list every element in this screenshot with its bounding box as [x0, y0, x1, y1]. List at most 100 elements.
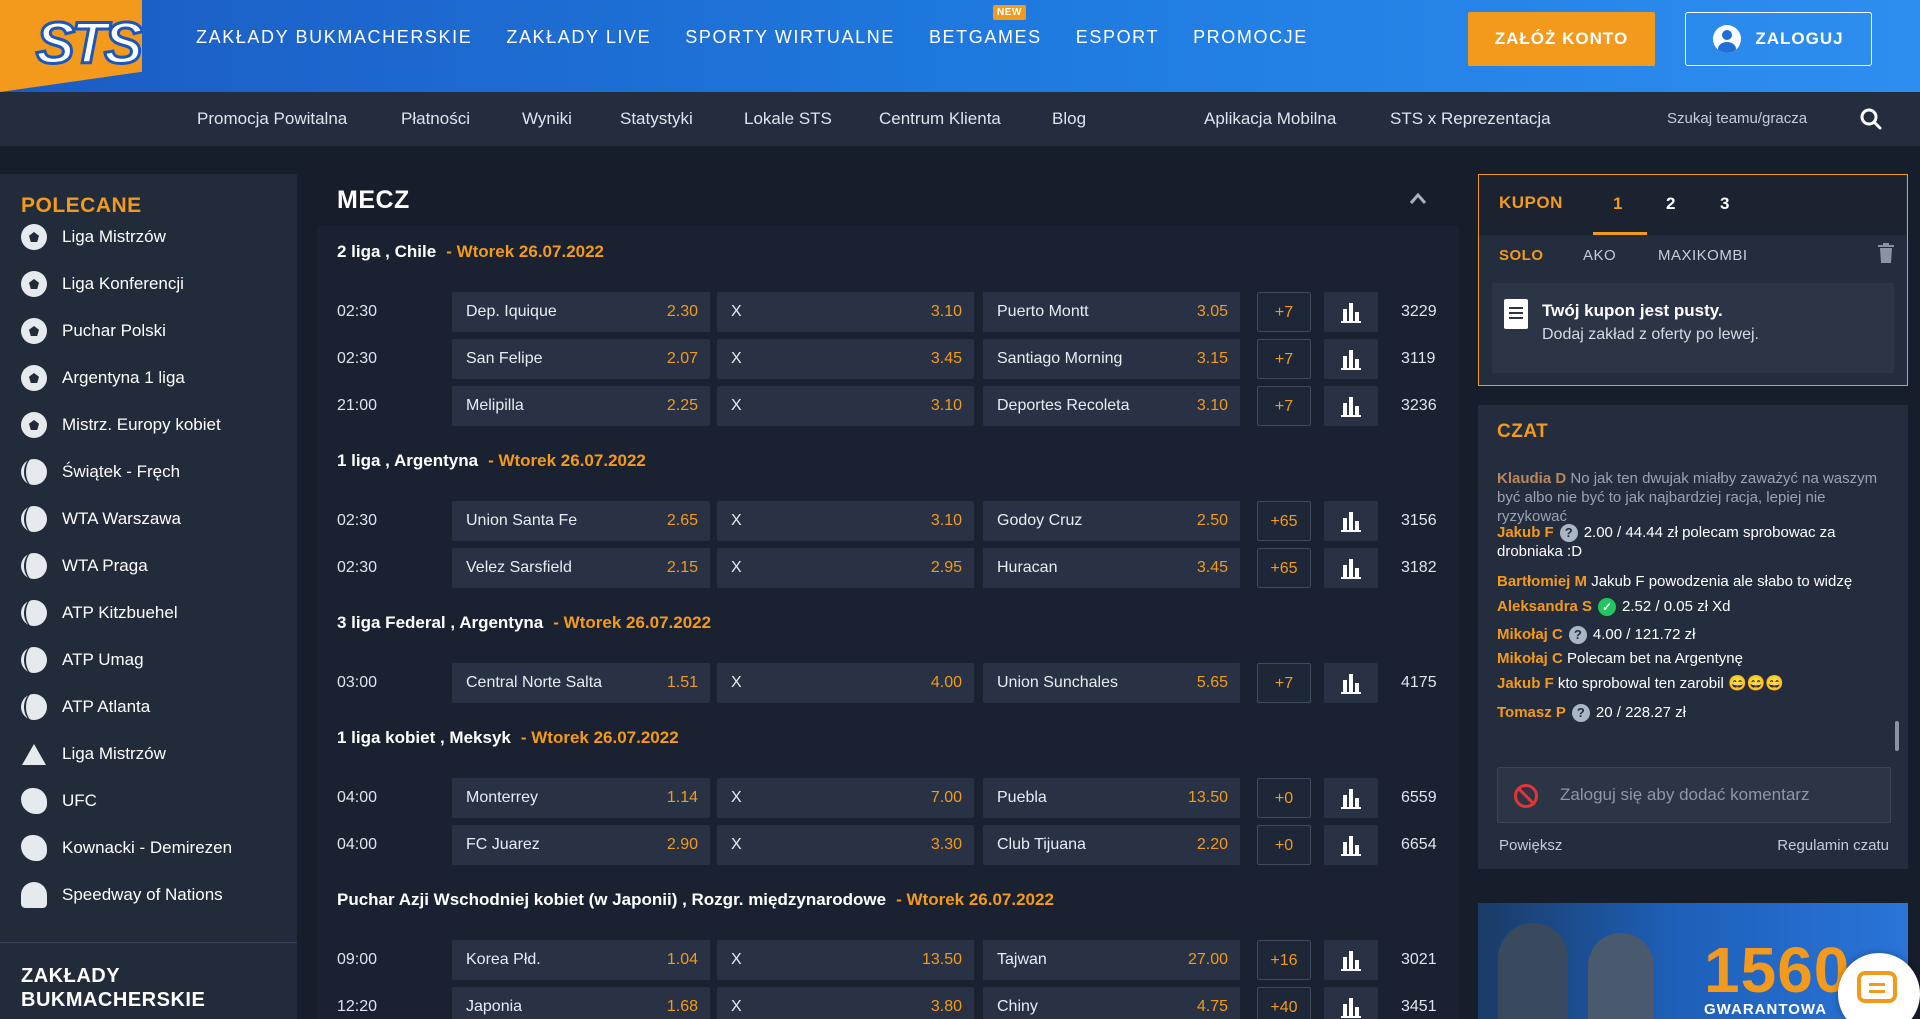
sidebar-item[interactable]: Świątek - Fręch [21, 457, 180, 487]
odd-button-draw[interactable]: X 3.30 [717, 825, 974, 865]
sidebar-item[interactable]: UFC [21, 786, 97, 816]
odd-button-draw[interactable]: X 7.00 [717, 778, 974, 818]
bet-type-solo[interactable]: SOLO [1499, 247, 1544, 264]
chat-username[interactable]: Tomasz P [1497, 704, 1566, 721]
more-bets-button[interactable]: +7 [1257, 663, 1311, 703]
sidebar-item[interactable]: ATP Umag [21, 645, 144, 675]
subnav-reprezentacja[interactable]: STS x Reprezentacja [1390, 92, 1551, 146]
subnav-payments[interactable]: Płatności [401, 92, 470, 146]
odd-button-home[interactable]: Union Santa Fe 2.65 [452, 501, 710, 541]
subnav-shops[interactable]: Lokale STS [744, 92, 832, 146]
chat-username[interactable]: Mikołaj C [1497, 626, 1563, 643]
search-input[interactable]: Szukaj teamu/gracza [1667, 92, 1807, 146]
odd-button-home[interactable]: Japonia 1.68 [452, 987, 710, 1019]
search-icon[interactable] [1860, 108, 1882, 130]
chevron-up-icon[interactable] [1409, 190, 1427, 208]
sidebar-bottom-title[interactable]: ZAKŁADY BUKMACHERSKIE [21, 964, 251, 1012]
subnav-stats[interactable]: Statystyki [620, 92, 693, 146]
odd-button-away[interactable]: Puerto Montt 3.05 [983, 292, 1240, 332]
logo[interactable]: STS [0, 0, 142, 92]
chat-input[interactable]: Zaloguj się aby dodać komentarz [1497, 767, 1891, 823]
stats-button[interactable] [1324, 987, 1378, 1019]
odd-button-home[interactable]: Korea Płd. 1.04 [452, 940, 710, 980]
sidebar-item[interactable]: Speedway of Nations [21, 880, 223, 910]
odd-button-away[interactable]: Deportes Recoleta 3.10 [983, 386, 1240, 426]
more-bets-button[interactable]: +16 [1257, 940, 1311, 980]
odd-button-away[interactable]: Chiny 4.75 [983, 987, 1240, 1019]
stats-button[interactable] [1324, 292, 1378, 332]
stats-button[interactable] [1324, 386, 1378, 426]
main-nav-item[interactable]: SPORTY WIRTUALNE [685, 27, 895, 48]
sidebar-item[interactable]: Liga Mistrzów [21, 222, 166, 252]
subnav-mobile-app[interactable]: Aplikacja Mobilna [1204, 92, 1336, 146]
odd-button-away[interactable]: Club Tijuana 2.20 [983, 825, 1240, 865]
main-nav-item[interactable]: ZAKŁADY BUKMACHERSKIE [196, 27, 472, 48]
subnav-help-center[interactable]: Centrum Klienta [879, 92, 1001, 146]
more-bets-button[interactable]: +7 [1257, 339, 1311, 379]
register-button[interactable]: ZAŁÓŻ KONTO [1468, 12, 1655, 66]
odd-button-home[interactable]: Monterrey 1.14 [452, 778, 710, 818]
stats-button[interactable] [1324, 339, 1378, 379]
login-button[interactable]: ZALOGUJ [1685, 12, 1872, 66]
main-nav-item[interactable]: BETGAMES NEW [929, 4, 1042, 48]
chat-username[interactable]: Mikołaj C [1497, 650, 1563, 667]
odd-button-draw[interactable]: X 3.10 [717, 501, 974, 541]
chat-rules-link[interactable]: Regulamin czatu [1777, 837, 1889, 854]
chat-enlarge-link[interactable]: Powiększ [1499, 837, 1562, 854]
chat-username[interactable]: Klaudia D [1497, 470, 1566, 487]
odd-button-draw[interactable]: X 3.80 [717, 987, 974, 1019]
odd-button-home[interactable]: Central Norte Salta 1.51 [452, 663, 710, 703]
subnav-blog[interactable]: Blog [1052, 92, 1086, 146]
odd-button-draw[interactable]: X 4.00 [717, 663, 974, 703]
odd-button-draw[interactable]: X 2.95 [717, 548, 974, 588]
sidebar-item[interactable]: Argentyna 1 liga [21, 363, 185, 393]
sidebar-item[interactable]: Mistrz. Europy kobiet [21, 410, 221, 440]
odd-button-home[interactable]: Dep. Iquique 2.30 [452, 292, 710, 332]
odd-button-home[interactable]: Melipilla 2.25 [452, 386, 710, 426]
subnav-results[interactable]: Wyniki [522, 92, 572, 146]
sidebar-item[interactable]: ATP Atlanta [21, 692, 150, 722]
bet-slip-tab-3[interactable]: 3 [1720, 194, 1729, 214]
sidebar-item[interactable]: WTA Praga [21, 551, 148, 581]
odd-button-away[interactable]: Huracan 3.45 [983, 548, 1240, 588]
odd-button-home[interactable]: FC Juarez 2.90 [452, 825, 710, 865]
odd-button-away[interactable]: Santiago Morning 3.15 [983, 339, 1240, 379]
odd-button-away[interactable]: Puebla 13.50 [983, 778, 1240, 818]
more-bets-button[interactable]: +65 [1257, 548, 1311, 588]
odd-button-draw[interactable]: X 13.50 [717, 940, 974, 980]
more-bets-button[interactable]: +40 [1257, 987, 1311, 1019]
bet-slip-tab-1[interactable]: 1 [1613, 194, 1622, 214]
odd-button-away[interactable]: Union Sunchales 5.65 [983, 663, 1240, 703]
more-bets-button[interactable]: +0 [1257, 825, 1311, 865]
bet-type-maxikombi[interactable]: MAXIKOMBI [1658, 247, 1748, 264]
odd-button-draw[interactable]: X 3.10 [717, 292, 974, 332]
main-nav-item[interactable]: PROMOCJE [1193, 27, 1308, 48]
chat-username[interactable]: Aleksandra S [1497, 598, 1592, 615]
stats-button[interactable] [1324, 778, 1378, 818]
more-bets-button[interactable]: +7 [1257, 386, 1311, 426]
sidebar-item[interactable]: WTA Warszawa [21, 504, 181, 534]
odd-button-home[interactable]: San Felipe 2.07 [452, 339, 710, 379]
stats-button[interactable] [1324, 825, 1378, 865]
bet-type-ako[interactable]: AKO [1583, 247, 1616, 264]
chat-username[interactable]: Bartłomiej M [1497, 573, 1587, 590]
main-nav-item[interactable]: ESPORT [1076, 27, 1159, 48]
stats-button[interactable] [1324, 940, 1378, 980]
chat-username[interactable]: Jakub F [1497, 524, 1554, 541]
stats-button[interactable] [1324, 501, 1378, 541]
main-nav-item[interactable]: ZAKŁADY LIVE [506, 27, 651, 48]
bet-slip-tab-2[interactable]: 2 [1666, 194, 1675, 214]
sidebar-item[interactable]: Kownacki - Demirezen [21, 833, 232, 863]
sidebar-item[interactable]: Liga Konferencji [21, 269, 184, 299]
more-bets-button[interactable]: +7 [1257, 292, 1311, 332]
chat-scrollbar[interactable] [1895, 721, 1899, 751]
sidebar-item[interactable]: ATP Kitzbuehel [21, 598, 178, 628]
odd-button-draw[interactable]: X 3.45 [717, 339, 974, 379]
odd-button-away[interactable]: Godoy Cruz 2.50 [983, 501, 1240, 541]
stats-button[interactable] [1324, 663, 1378, 703]
sidebar-item[interactable]: Liga Mistrzów [21, 739, 166, 769]
odd-button-draw[interactable]: X 3.10 [717, 386, 974, 426]
sidebar-item[interactable]: Puchar Polski [21, 316, 166, 346]
odd-button-away[interactable]: Tajwan 27.00 [983, 940, 1240, 980]
stats-button[interactable] [1324, 548, 1378, 588]
